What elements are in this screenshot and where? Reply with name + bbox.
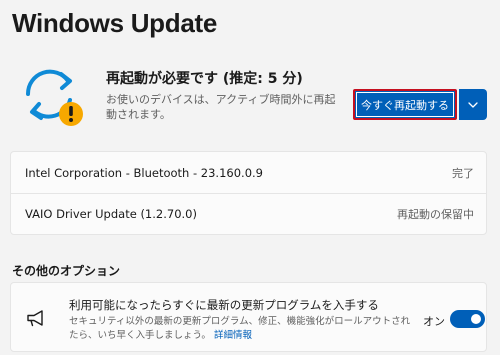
- option-description: セキュリティ以外の最新の更新プログラム、修正、機能強化がロールアウトされたら、い…: [69, 315, 411, 343]
- toggle-state-label: オン: [423, 315, 445, 328]
- update-status: 再起動の保留中: [397, 208, 474, 221]
- sync-arrows-warning-icon: [25, 69, 83, 126]
- update-name: VAIO Driver Update (1.2.70.0): [25, 207, 197, 221]
- update-name: Intel Corporation - Bluetooth - 23.160.0…: [25, 165, 263, 180]
- restart-required-description: お使いのデバイスは、アクティブ時間外に再起動されます。: [106, 93, 336, 121]
- restart-split-button: 今すぐ再起動する: [353, 89, 487, 120]
- update-status: 完了: [452, 166, 474, 180]
- learn-more-link[interactable]: 詳細情報: [214, 330, 252, 341]
- toggle-knob: [471, 314, 481, 324]
- megaphone-icon: [27, 310, 43, 327]
- option-title: 利用可能になったらすぐに最新の更新プログラムを入手する: [69, 298, 379, 312]
- update-row: Intel Corporation - Bluetooth - 23.160.0…: [11, 152, 486, 193]
- get-latest-updates-toggle[interactable]: [450, 310, 485, 328]
- restart-now-button[interactable]: 今すぐ再起動する: [353, 89, 457, 120]
- chevron-down-icon: [468, 101, 478, 108]
- restart-required-title: 再起動が必要です (推定: 5 分): [106, 71, 303, 87]
- restart-options-dropdown[interactable]: [459, 89, 487, 120]
- update-status-panel: 再起動が必要です (推定: 5 分) お使いのデバイスは、アクティブ時間外に再起…: [16, 62, 487, 132]
- other-options-heading: その他のオプション: [12, 264, 121, 278]
- update-list: Intel Corporation - Bluetooth - 23.160.0…: [10, 151, 487, 235]
- get-latest-updates-option: 利用可能になったらすぐに最新の更新プログラムを入手する セキュリティ以外の最新の…: [10, 282, 487, 352]
- page-title: Windows Update: [12, 8, 218, 38]
- update-row: VAIO Driver Update (1.2.70.0) 再起動の保留中: [11, 193, 486, 234]
